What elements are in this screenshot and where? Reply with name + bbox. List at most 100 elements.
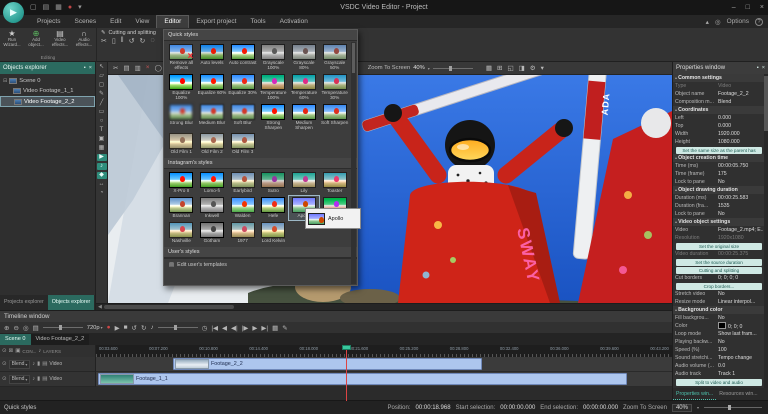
property-value[interactable]: Crop borders... <box>676 283 762 290</box>
trim-icon[interactable]: ▯ <box>112 37 116 45</box>
cut-icon[interactable]: ✂ <box>113 64 118 72</box>
timeline-zoom-slider[interactable] <box>704 407 762 408</box>
close-icon[interactable]: × <box>762 62 765 74</box>
style-item[interactable]: Old Film 1 <box>166 132 197 156</box>
ellipse-tool-icon[interactable]: ○ <box>97 118 107 125</box>
track-volume-bar[interactable] <box>37 376 40 382</box>
property-value[interactable]: Set the source duration <box>676 259 762 266</box>
film-icon[interactable]: ▤ <box>33 324 39 332</box>
record-button[interactable]: ● <box>107 324 111 331</box>
style-item[interactable]: Equalize 100% <box>166 73 197 102</box>
go-start-icon[interactable]: |◀ <box>211 324 218 332</box>
prev-marker-icon[interactable]: ◀| <box>231 324 238 332</box>
chevron-down-icon[interactable] <box>697 405 699 410</box>
property-value[interactable]: Footage_2.mp4; E... <box>718 227 763 233</box>
tree-item-scene[interactable]: ⊟ Scene 0 <box>0 76 95 86</box>
property-value[interactable]: No <box>718 291 763 297</box>
zoom-to-screen-button[interactable]: Zoom To Screen <box>623 405 667 411</box>
menu-tab[interactable]: View <box>128 15 156 28</box>
fit-screen-icon[interactable]: ◱ <box>507 64 513 72</box>
property-value[interactable]: Show last fram... <box>718 331 763 337</box>
property-value[interactable]: Footage_2_2 <box>718 91 763 97</box>
playhead-line[interactable] <box>346 345 347 401</box>
audio-effects-button[interactable]: ∩ Audio effects... <box>72 28 96 54</box>
property-value[interactable]: Split to video and audio <box>676 379 762 386</box>
breadcrumb-tab[interactable]: Scene 0 <box>0 334 31 345</box>
property-value[interactable]: 1920x1080 <box>718 235 763 241</box>
preview-h-scrollbar[interactable]: ◀ <box>96 303 672 310</box>
style-item[interactable]: Old Film 2 <box>197 132 228 156</box>
image-tool-icon[interactable]: ▦ <box>97 145 107 152</box>
style-item[interactable]: 1977 <box>227 221 258 245</box>
transform-icon[interactable]: ◌ <box>150 37 154 45</box>
style-item[interactable]: Nashville <box>166 221 197 245</box>
minimize-button[interactable]: – <box>732 0 736 15</box>
pencil-tool-icon[interactable]: ✎ <box>97 91 107 98</box>
breadcrumb-tab[interactable]: Video Footage_2_2 <box>31 334 90 345</box>
eye-icon[interactable] <box>2 348 7 354</box>
delete-icon[interactable]: × <box>146 64 150 72</box>
shape-tool-icon[interactable]: ◻ <box>97 82 107 89</box>
style-item[interactable]: Medium Blur <box>197 103 228 132</box>
clock-icon[interactable]: ◷ <box>202 324 208 332</box>
menu-tab[interactable]: Activation <box>273 15 315 28</box>
property-value[interactable]: 0; 0; 0 <box>718 322 763 330</box>
blend-mode-select[interactable]: Blend <box>9 360 31 369</box>
tree-item-video[interactable]: Video Footage_2_2 <box>0 96 95 107</box>
explorer-tab[interactable]: Objects explorer <box>48 295 95 310</box>
property-value[interactable]: Tempo change <box>718 355 763 361</box>
resolution-select[interactable]: 720p <box>87 325 103 331</box>
lock-icon[interactable] <box>9 348 14 354</box>
style-item[interactable]: Lily <box>289 171 320 195</box>
knife-icon[interactable]: ✂ <box>101 37 107 45</box>
timeline-zoom-slider[interactable] <box>43 327 83 328</box>
menu-tab[interactable]: Editor <box>156 15 189 28</box>
panel-tab[interactable]: Properties win... <box>673 388 716 400</box>
redo-icon[interactable]: ↻ <box>141 324 146 332</box>
property-value[interactable]: Cutting and splitting <box>676 267 762 274</box>
style-item[interactable]: X-Pro II <box>166 171 197 195</box>
property-value[interactable]: 1535 <box>718 203 763 209</box>
property-value[interactable]: Linear interpol... <box>718 299 763 305</box>
blend-mode-select[interactable]: Blend <box>9 375 31 384</box>
text-tool-icon[interactable]: T <box>97 127 107 134</box>
next-marker-icon[interactable]: |▶ <box>242 324 249 332</box>
counter-tool-icon[interactable]: ◔ <box>97 190 107 197</box>
collapse-ribbon-icon[interactable]: ▴ <box>706 18 709 26</box>
speaker-icon[interactable] <box>38 348 41 354</box>
style-item[interactable]: Old Film 3 <box>227 132 258 156</box>
property-value[interactable]: 00:00:25.375 <box>718 251 763 257</box>
paste-icon[interactable]: ▥ <box>135 64 141 72</box>
timeline-ruler[interactable]: 00:03.60000:07.20000:10.80000:14.40000:1… <box>96 345 672 357</box>
video-effects-button[interactable]: ▤ Video effects... <box>48 28 72 54</box>
property-value[interactable]: 0.000 <box>718 115 763 121</box>
track-content[interactable]: Footage_1_1 <box>96 372 672 387</box>
style-item[interactable]: Brannan <box>166 196 197 220</box>
menu-tab[interactable]: Projects <box>30 15 67 28</box>
grid-icon[interactable]: ▦ <box>486 64 492 72</box>
zoom-out-icon[interactable]: ⊖ <box>13 324 18 332</box>
run-wizard-button[interactable]: ★ Run Wizard... <box>0 28 24 54</box>
property-value[interactable]: Set the original size <box>676 243 762 250</box>
style-item[interactable]: Lomo-fi <box>197 171 228 195</box>
track-volume-bar[interactable] <box>37 361 40 367</box>
property-value[interactable]: 1080.000 <box>718 139 763 145</box>
menu-tab[interactable]: Tools <box>243 15 272 28</box>
style-item[interactable]: Temperature 60% <box>289 73 320 102</box>
style-item[interactable]: Sutro <box>258 171 289 195</box>
split-icon[interactable]: ‖ <box>121 37 124 45</box>
pointer-tool-icon[interactable]: ↖ <box>97 64 107 71</box>
track-visibility-icon[interactable] <box>2 361 7 367</box>
timeline-zoom-value[interactable]: 40% <box>672 404 692 412</box>
expander-icon[interactable]: ⊟ <box>3 78 7 84</box>
speaker-icon[interactable]: ♪ <box>150 324 153 331</box>
property-value[interactable]: Track 1 <box>718 371 763 377</box>
panel-tab[interactable]: Resources win... <box>716 388 760 400</box>
explorer-tab[interactable]: Projects explorer <box>0 295 48 310</box>
track-visibility-icon[interactable] <box>2 376 7 382</box>
more-caret-icon[interactable]: ▾ <box>541 64 544 72</box>
property-value[interactable]: Set the same size as the parent has <box>676 147 762 154</box>
style-item[interactable]: Medium Sharpen <box>289 103 320 132</box>
style-item[interactable]: Grayscale 80% <box>289 43 320 72</box>
rotate-cw-icon[interactable]: ↻ <box>140 37 146 45</box>
